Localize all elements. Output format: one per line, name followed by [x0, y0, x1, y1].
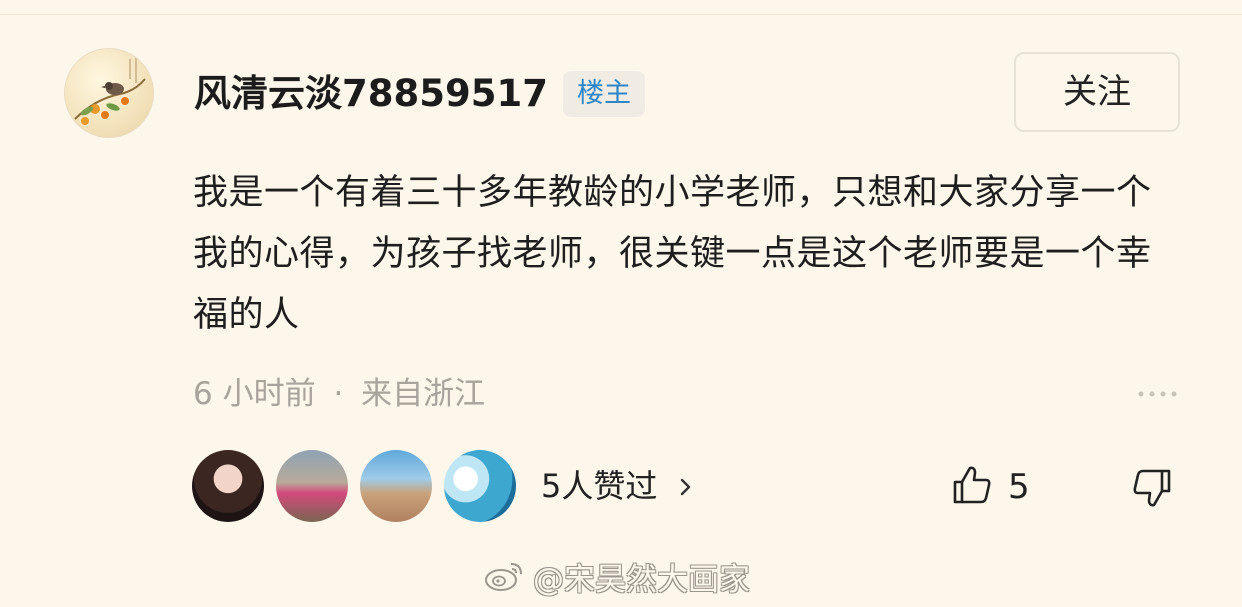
likers-summary-link[interactable]: 5人赞过 — [541, 464, 696, 508]
watermark: @宋昊然大画家 — [483, 554, 750, 598]
top-divider — [0, 14, 1242, 15]
liker-avatar[interactable] — [276, 450, 348, 522]
comment-text: 我是一个有着三十多年教龄的小学老师，只想和大家分享一个我的心得，为孩子找老师，很… — [193, 173, 1152, 335]
thumb-up-icon — [953, 466, 991, 504]
comment-location: 来自浙江 — [361, 376, 486, 412]
thumb-down-icon — [1133, 469, 1171, 507]
meta-separator: · — [333, 376, 344, 412]
like-count: 5 — [1008, 467, 1030, 507]
watermark-text: @宋昊然大画家 — [533, 561, 750, 598]
dislike-button[interactable] — [1130, 466, 1174, 510]
like-button[interactable] — [950, 463, 994, 507]
op-badge: 楼主 — [563, 71, 645, 117]
more-button[interactable] — [1136, 380, 1178, 408]
author-name[interactable]: 风清云淡78859517 — [194, 70, 548, 118]
weibo-logo-icon — [485, 563, 522, 591]
bird-painting-icon — [74, 57, 146, 125]
follow-button[interactable]: 关注 — [1014, 52, 1180, 132]
comment-time: 6 小时前 — [193, 376, 316, 412]
comment-meta: 6 小时前 · 来自浙江 — [193, 372, 485, 416]
liker-avatar[interactable] — [360, 450, 432, 522]
liker-avatar[interactable] — [192, 450, 264, 522]
likers-summary: 5人赞过 — [541, 467, 658, 505]
avatar[interactable] — [64, 48, 154, 138]
liker-avatar[interactable] — [444, 450, 516, 522]
more-dots-icon — [1138, 391, 1177, 397]
chevron-right-icon — [680, 478, 690, 496]
